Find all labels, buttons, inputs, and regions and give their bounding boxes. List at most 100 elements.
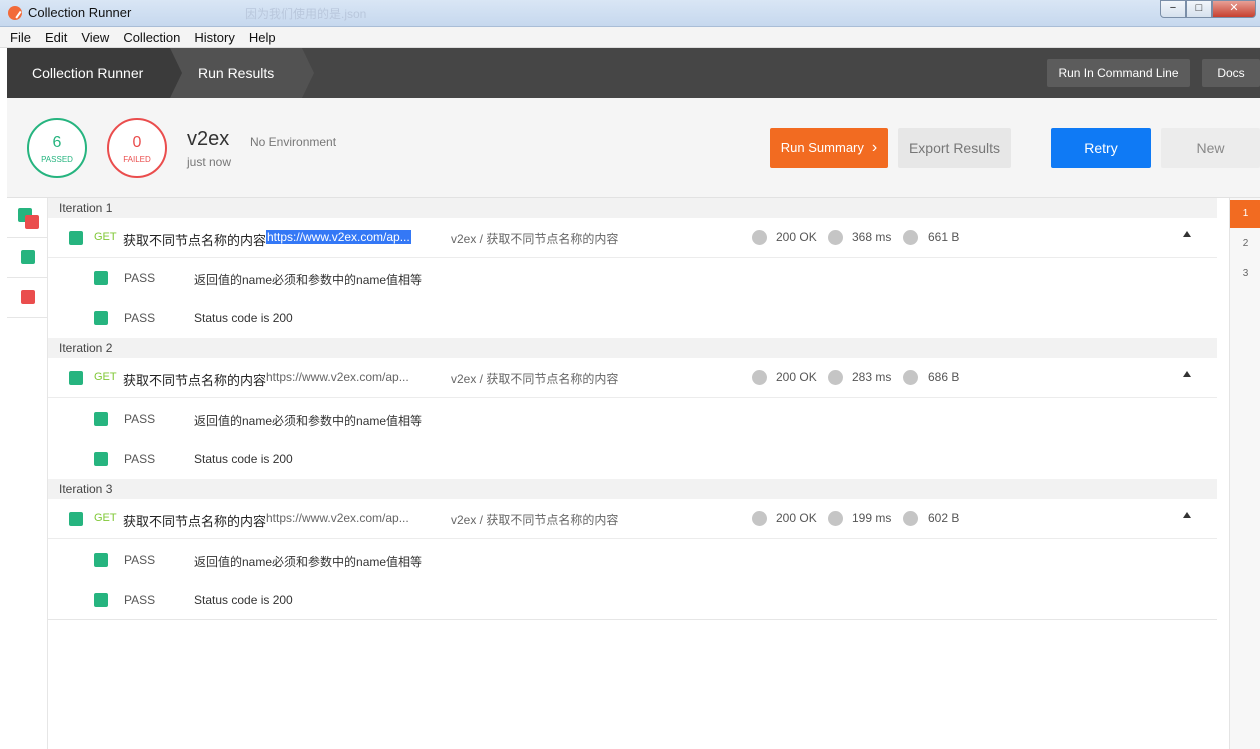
request-url[interactable]: https://www.v2ex.com/ap...	[266, 511, 409, 525]
request-pass-icon	[69, 512, 83, 526]
request-row[interactable]: GET 获取不同节点名称的内容 https://www.v2ex.com/ap.…	[48, 499, 1217, 539]
status-dot-icon	[752, 370, 767, 385]
failed-filter-icon[interactable]	[21, 290, 35, 304]
failed-label: FAILED	[123, 155, 151, 164]
size-dot-icon	[903, 230, 918, 245]
new-run-button[interactable]: New	[1161, 128, 1260, 168]
breadcrumb-collection-runner[interactable]: Collection Runner	[7, 48, 182, 98]
run-summary-panel: 6 PASSED 0 FAILED v2ex No Environment ju…	[7, 98, 1260, 198]
test-pass-icon	[94, 412, 108, 426]
size-dot-icon	[903, 511, 918, 526]
window-title: Collection Runner	[28, 5, 132, 20]
request-url[interactable]: https://www.v2ex.com/ap...	[266, 230, 411, 244]
docs-button[interactable]: Docs	[1202, 59, 1260, 87]
passed-label: PASSED	[41, 155, 73, 164]
failed-count-badge: 0 FAILED	[107, 118, 167, 178]
response-status: 200 OK	[776, 511, 817, 525]
test-name: Status code is 200	[194, 452, 293, 466]
close-window-button[interactable]: ✕	[1212, 0, 1256, 18]
retry-button[interactable]: Retry	[1051, 128, 1151, 168]
collection-name: v2ex	[187, 128, 230, 150]
test-result-row: PASS Status code is 200	[48, 298, 1217, 338]
passed-count-badge: 6 PASSED	[27, 118, 87, 178]
response-size: 602 B	[928, 511, 960, 525]
menu-help[interactable]: Help	[247, 27, 278, 47]
test-pass-icon	[94, 271, 108, 285]
run-summary-button[interactable]: Run Summary ›	[770, 128, 888, 168]
request-path: v2ex / 获取不同节点名称的内容	[451, 372, 619, 386]
menu-edit[interactable]: Edit	[43, 27, 69, 47]
response-time: 283 ms	[852, 370, 892, 384]
test-result-row: PASS 返回值的name必须和参数中的name值相等	[48, 258, 1217, 298]
request-method: GET	[94, 371, 117, 383]
collapse-caret-icon[interactable]	[1183, 512, 1191, 518]
test-result-row: PASS 返回值的name必须和参数中的name值相等	[48, 540, 1217, 580]
test-result-row: PASS Status code is 200	[48, 439, 1217, 479]
test-name: 返回值的name必须和参数中的name值相等	[194, 414, 423, 428]
response-time: 199 ms	[852, 511, 892, 525]
request-pass-icon	[69, 231, 83, 245]
test-pass-icon	[94, 553, 108, 567]
result-status-column	[7, 198, 48, 749]
minimize-button[interactable]: −	[1160, 0, 1186, 18]
menu-history[interactable]: History	[192, 27, 236, 47]
request-method: GET	[94, 231, 117, 243]
test-status: PASS	[124, 412, 156, 426]
request-row[interactable]: GET 获取不同节点名称的内容 https://www.v2ex.com/ap.…	[48, 218, 1217, 258]
chevron-right-icon: ›	[871, 139, 878, 156]
status-dot-icon	[752, 511, 767, 526]
test-name: 返回值的name必须和参数中的name值相等	[194, 555, 423, 569]
export-results-button[interactable]: Export Results	[898, 128, 1011, 168]
menu-bar: File Edit View Collection History Help	[0, 27, 1260, 48]
request-url[interactable]: https://www.v2ex.com/ap...	[266, 370, 409, 384]
app-logo-icon	[8, 6, 22, 20]
test-status: PASS	[124, 553, 156, 567]
collapse-caret-icon[interactable]	[1183, 371, 1191, 377]
request-row[interactable]: GET 获取不同节点名称的内容 https://www.v2ex.com/ap.…	[48, 358, 1217, 398]
collapse-caret-icon[interactable]	[1183, 231, 1191, 237]
runner-header: Run Results Collection Runner Run In Com…	[7, 48, 1260, 98]
test-status: PASS	[124, 271, 156, 285]
breadcrumb-run-results[interactable]: Run Results	[170, 48, 314, 98]
status-dot-icon	[752, 230, 767, 245]
request-name: 获取不同节点名称的内容	[123, 373, 267, 388]
test-result-row: PASS 返回值的name必须和参数中的name值相等	[48, 399, 1217, 439]
iteration-nav-item[interactable]: 1	[1230, 200, 1260, 228]
window-titlebar: Collection Runner 因为我们使用的是.json − □ ✕	[0, 0, 1260, 27]
run-in-command-line-button[interactable]: Run In Command Line	[1047, 59, 1190, 87]
iteration-nav-item[interactable]: 3	[1230, 260, 1260, 288]
test-status: PASS	[124, 311, 156, 325]
test-name: Status code is 200	[194, 593, 293, 607]
iteration-header: Iteration 3	[48, 479, 1217, 499]
results-list: Iteration 1 GET 获取不同节点名称的内容 https://www.…	[48, 198, 1217, 749]
test-name: Status code is 200	[194, 311, 293, 325]
request-pass-icon	[69, 371, 83, 385]
all-status-filter-failed-icon	[25, 215, 39, 229]
iteration-nav-item[interactable]: 2	[1230, 230, 1260, 258]
divider	[48, 619, 1217, 620]
divider	[7, 237, 47, 238]
background-window-text: 因为我们使用的是.json	[245, 7, 367, 21]
divider	[7, 317, 47, 318]
menu-file[interactable]: File	[8, 27, 33, 47]
menu-view[interactable]: View	[79, 27, 111, 47]
divider	[7, 277, 47, 278]
run-timestamp: just now	[187, 155, 232, 169]
time-dot-icon	[828, 230, 843, 245]
passed-filter-icon[interactable]	[21, 250, 35, 264]
request-name: 获取不同节点名称的内容	[123, 514, 267, 529]
run-summary-label: Run Summary	[780, 140, 864, 155]
test-result-row: PASS Status code is 200	[48, 580, 1217, 620]
response-size: 661 B	[928, 230, 960, 244]
request-name: 获取不同节点名称的内容	[123, 233, 267, 248]
maximize-button[interactable]: □	[1186, 0, 1212, 18]
test-status: PASS	[124, 452, 156, 466]
request-method: GET	[94, 512, 117, 524]
response-size: 686 B	[928, 370, 960, 384]
iteration-header: Iteration 1	[48, 198, 1217, 218]
menu-collection[interactable]: Collection	[121, 27, 182, 47]
iteration-header: Iteration 2	[48, 338, 1217, 358]
test-pass-icon	[94, 452, 108, 466]
test-pass-icon	[94, 593, 108, 607]
scroll-gutter	[1217, 198, 1229, 749]
